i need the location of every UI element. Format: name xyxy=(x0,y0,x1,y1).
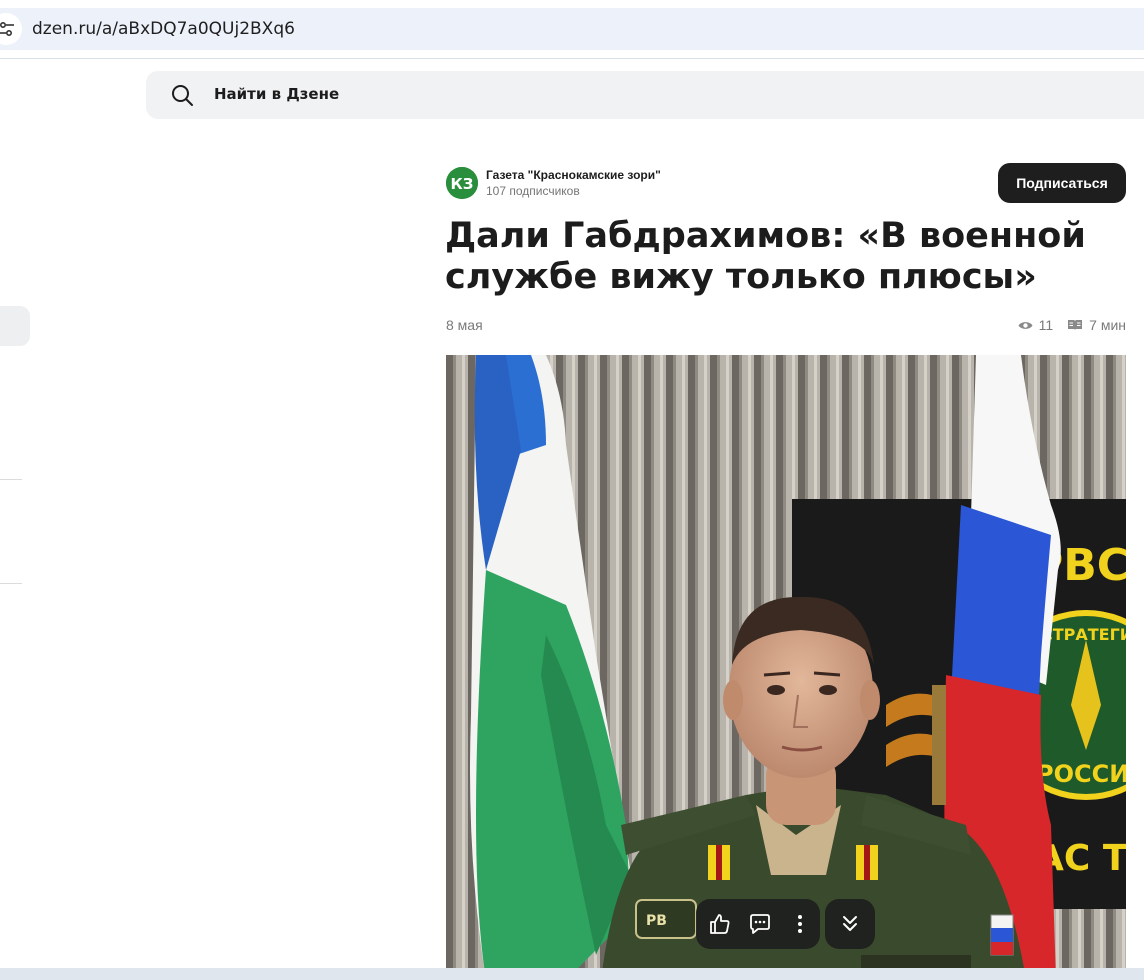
article-date: 8 мая xyxy=(446,317,483,333)
address-bar[interactable]: dzen.ru/a/aBxDQ7a0QUj2BXq6 xyxy=(0,8,1144,50)
search-icon xyxy=(172,85,193,106)
article-photo[interactable]: РВСН СТРАТЕГИЧЕ РОССИЯ АС Т РВ xyxy=(446,355,1126,980)
channel-avatar[interactable]: КЗ xyxy=(446,167,478,199)
subscribe-button[interactable]: Подписаться xyxy=(998,163,1126,203)
sidebar-active-item[interactable] xyxy=(0,306,30,346)
search-placeholder: Найти в Дзене xyxy=(214,85,340,103)
photo-image: РВСН СТРАТЕГИЧЕ РОССИЯ АС Т РВ xyxy=(446,355,1126,980)
eye-icon xyxy=(1018,321,1033,329)
thumb-up-icon[interactable] xyxy=(708,912,732,936)
browser-toolbar: dzen.ru/a/aBxDQ7a0QUj2BXq6 xyxy=(0,0,1144,59)
sidebar-divider xyxy=(0,583,22,584)
article-meta: 11 7 мин xyxy=(1018,317,1126,333)
patch-text: РВ xyxy=(646,913,667,929)
url-text[interactable]: dzen.ru/a/aBxDQ7a0QUj2BXq6 xyxy=(32,19,295,39)
views-count: 11 xyxy=(1038,317,1054,333)
taskbar-edge xyxy=(0,968,1144,980)
double-chevron-down-icon xyxy=(843,916,857,931)
search-bar[interactable]: Найти в Дзене xyxy=(146,71,1144,119)
channel-logo-text: КЗ xyxy=(451,175,474,193)
channel-name[interactable]: Газета "Краснокамские зори" xyxy=(486,168,661,182)
banner-text-bottom: РОССИЯ xyxy=(1036,760,1126,788)
channel-subscribers: 107 подписчиков xyxy=(486,184,580,198)
scroll-down-button[interactable] xyxy=(825,899,875,949)
more-vertical-icon[interactable] xyxy=(788,912,812,936)
tune-icon[interactable] xyxy=(0,13,22,45)
channel-logo-icon: КЗ xyxy=(446,167,478,199)
reaction-toolbar xyxy=(696,899,820,949)
sidebar-divider xyxy=(0,479,22,480)
banner-text-ring: СТРАТЕГИЧЕ xyxy=(1041,625,1126,644)
book-icon xyxy=(1068,320,1083,330)
article-title: Дали Габдрахимов: «В военной службе вижу… xyxy=(445,216,1086,297)
comment-icon[interactable] xyxy=(748,912,772,936)
read-time: 7 мин xyxy=(1089,317,1126,333)
